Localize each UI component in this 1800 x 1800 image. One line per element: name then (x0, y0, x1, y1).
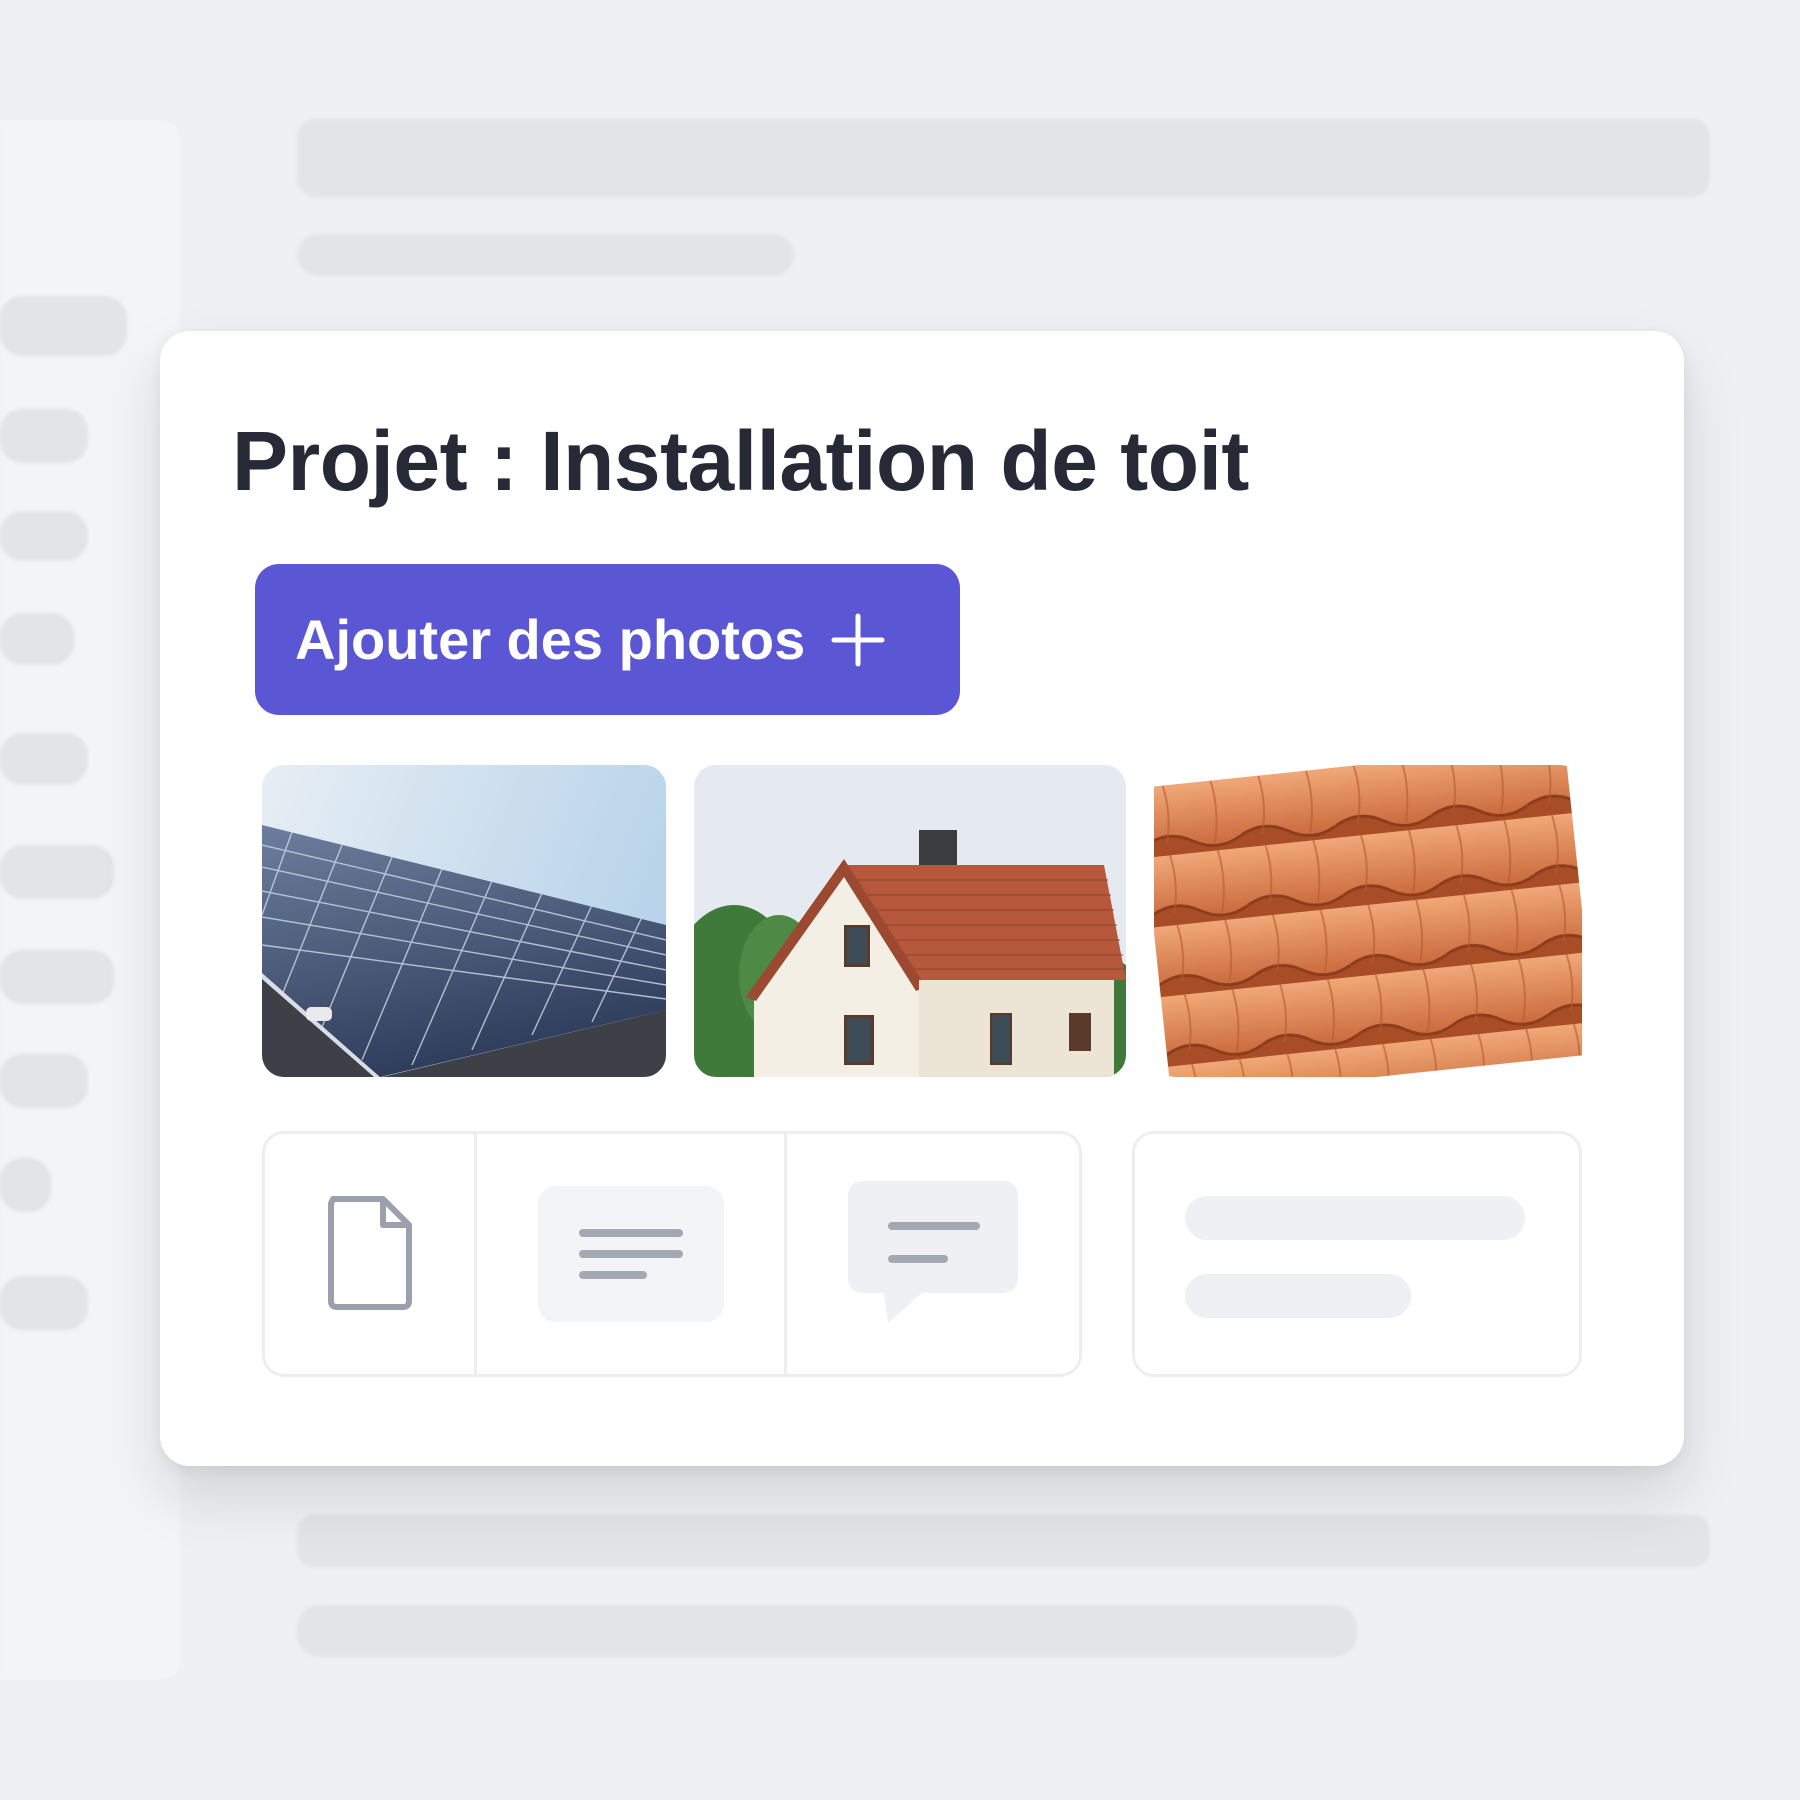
background-sidebar-item (0, 409, 88, 463)
add-text-button[interactable] (477, 1134, 787, 1374)
add-comment-button[interactable] (787, 1134, 1079, 1374)
placeholder-panel (1132, 1131, 1582, 1377)
placeholder-line (1185, 1196, 1525, 1240)
add-document-button[interactable] (265, 1134, 477, 1374)
photo-thumbnail-roof-tiles[interactable] (1154, 765, 1582, 1077)
background-sidebar-item (0, 1276, 88, 1330)
background-sidebar-item (0, 1054, 88, 1108)
background-subtitle-bar (297, 234, 794, 276)
background-sidebar-item (0, 613, 74, 665)
photo-thumbnail-house[interactable] (694, 765, 1126, 1077)
photo-thumbnail-solar-panels[interactable] (262, 765, 666, 1077)
background-right-panel (1710, 120, 1800, 1680)
plus-icon (831, 613, 885, 667)
text-lines-icon (537, 1186, 724, 1322)
roof-tiles-image (1154, 765, 1582, 1077)
background-sidebar-item (0, 845, 114, 899)
comment-icon (848, 1180, 1018, 1328)
document-icon (325, 1193, 415, 1316)
placeholder-line (1185, 1274, 1411, 1318)
background-sidebar-item (0, 733, 88, 785)
add-photos-button[interactable]: Ajouter des photos (255, 564, 960, 715)
background-sidebar-item (0, 1158, 51, 1212)
solar-panels-image (262, 765, 666, 1077)
project-card: Projet : Installation de toit Ajouter de… (160, 331, 1684, 1466)
house-image (694, 765, 1126, 1077)
background-sidebar-item (0, 296, 127, 356)
background-sidebar-item (0, 950, 114, 1004)
page-title: Projet : Installation de toit (232, 414, 1249, 508)
add-photos-label: Ajouter des photos (295, 608, 806, 671)
background-sidebar-item (0, 511, 88, 561)
background-content-bar (297, 1605, 1357, 1657)
attachment-tools (262, 1131, 1082, 1377)
background-header-bar (297, 119, 1710, 197)
background-content-bar (297, 1515, 1710, 1567)
